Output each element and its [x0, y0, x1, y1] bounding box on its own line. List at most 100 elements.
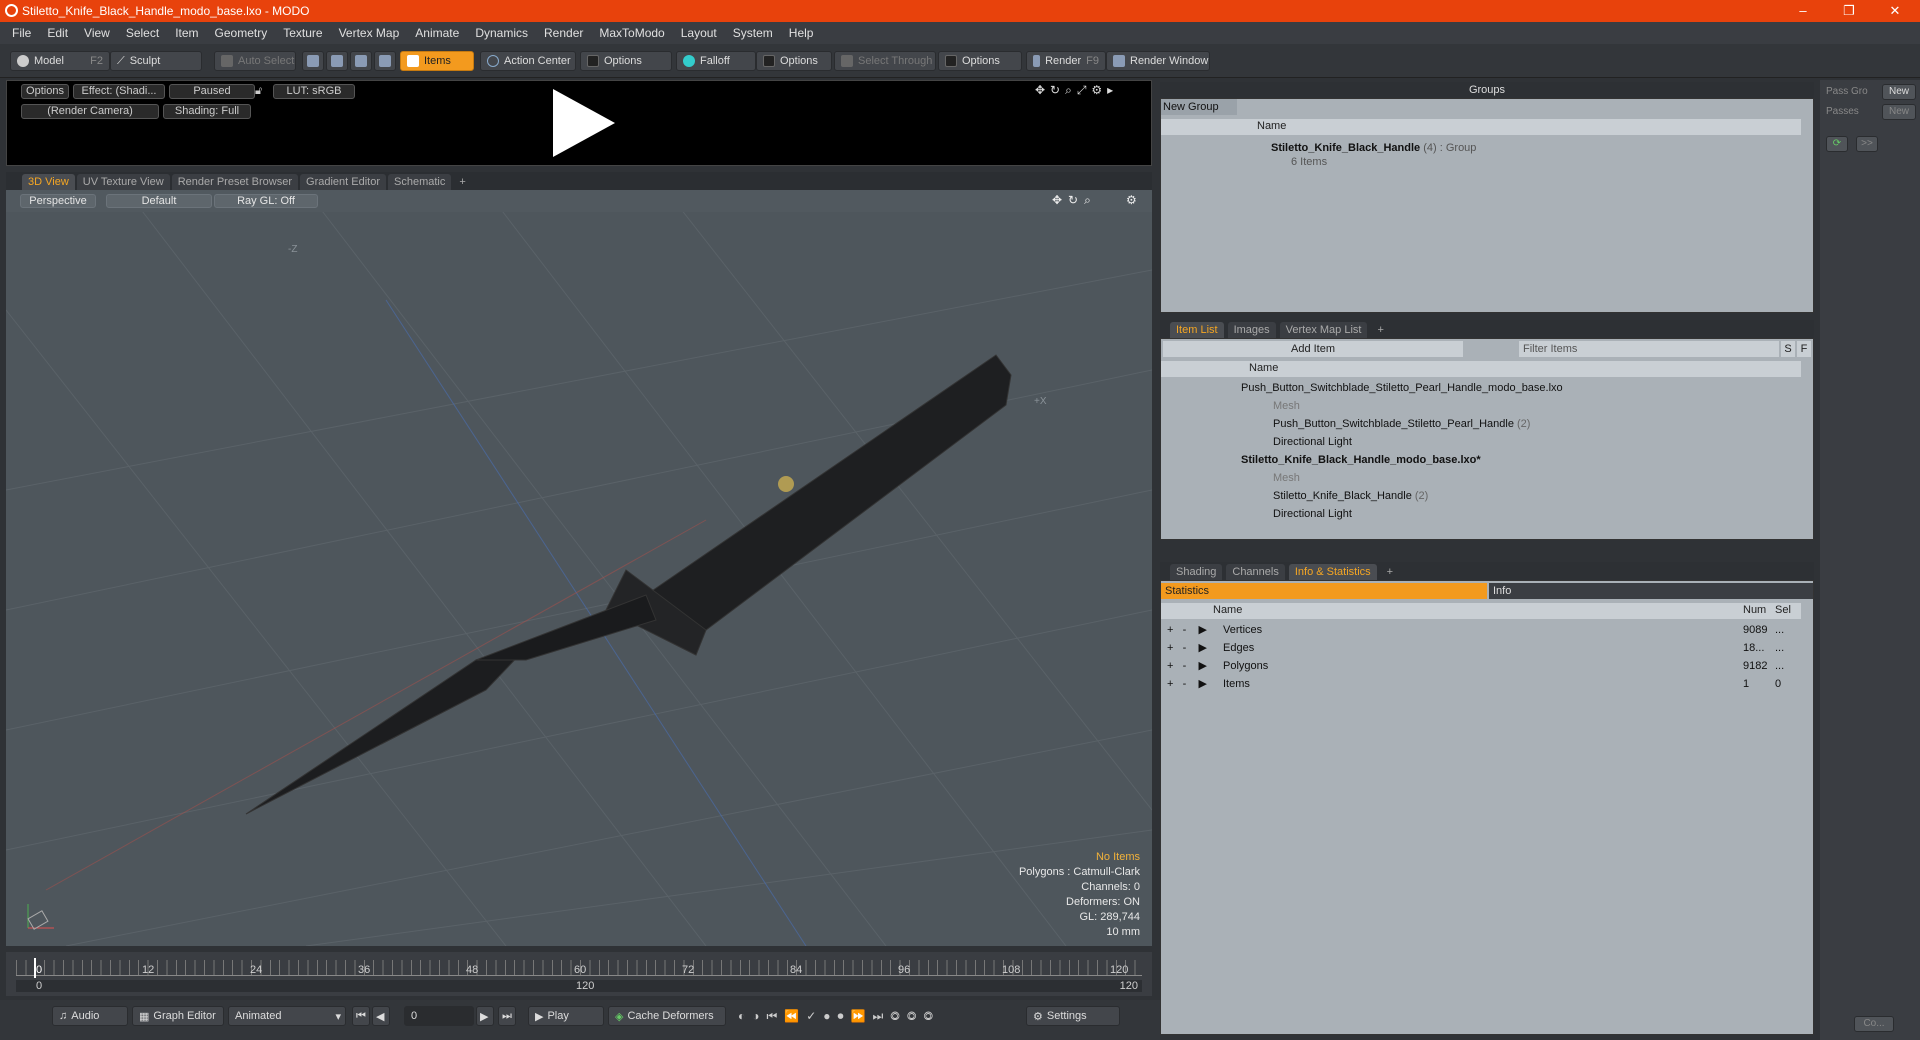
menu-dynamics[interactable]: Dynamics [467, 26, 536, 40]
3d-viewport[interactable]: Perspective Default Ray GL: Off ✥↻⌕ ⚙ -Z… [6, 190, 1152, 946]
frame-input[interactable]: 0 [404, 1006, 474, 1026]
list-item[interactable]: Stiletto_Knife_Black_Handle (2) [1273, 487, 1428, 505]
expand-icon[interactable]: + - ▶ [1167, 639, 1207, 657]
settings-button[interactable]: ⚙ Settings [1026, 1006, 1120, 1026]
knife-model[interactable] [245, 354, 1012, 815]
maximize-button[interactable]: ❐ [1826, 0, 1872, 22]
shading-dropdown[interactable]: Shading: Full [163, 104, 251, 119]
add-tab-button[interactable]: + [453, 174, 471, 190]
render-camera-dropdown[interactable]: (Render Camera) [21, 104, 159, 119]
menu-file[interactable]: File [4, 26, 39, 40]
select-through-button[interactable]: Select Through [834, 51, 936, 71]
list-item[interactable]: Directional Light [1273, 505, 1352, 523]
viewport-gear-icon[interactable]: ⚙ [1126, 193, 1137, 207]
filter-items-input[interactable]: Filter Items [1519, 341, 1779, 357]
tab-3d-view[interactable]: 3D View [22, 174, 75, 190]
f-filter-button[interactable]: F [1797, 341, 1811, 357]
auto-select-button[interactable]: Auto Select [214, 51, 296, 71]
refresh-icon[interactable]: ⟳ [1826, 136, 1848, 152]
add-item-button[interactable]: Add Item [1163, 341, 1463, 357]
menu-animate[interactable]: Animate [407, 26, 467, 40]
expand-icon[interactable]: + - ▶ [1167, 657, 1207, 675]
add-tab-button[interactable]: + [1381, 564, 1399, 580]
stats-row[interactable]: + - ▶ Polygons 9182... [1161, 657, 1801, 675]
falloff-button[interactable]: Falloff [676, 51, 756, 71]
add-tab-button[interactable]: + [1371, 322, 1389, 338]
render-button[interactable]: Render F9 [1026, 51, 1106, 71]
audio-button[interactable]: ♫ Audio [52, 1006, 128, 1026]
expand-icon[interactable]: >> [1856, 136, 1878, 152]
play-preview-icon[interactable] [553, 89, 615, 157]
menu-item[interactable]: Item [167, 26, 206, 40]
tab-shading[interactable]: Shading [1170, 564, 1223, 580]
list-item[interactable]: Mesh [1273, 469, 1300, 487]
action-center-options-button[interactable]: Options [580, 51, 672, 71]
list-item[interactable]: Push_Button_Switchblade_Stiletto_Pearl_H… [1241, 379, 1563, 397]
cache-deformers-button[interactable]: ◈ Cache Deformers [608, 1006, 726, 1026]
tab-images[interactable]: Images [1227, 322, 1276, 338]
stats-row[interactable]: + - ▶ Items 1 0 [1161, 675, 1801, 693]
menu-layout[interactable]: Layout [673, 26, 725, 40]
falloff-options-button[interactable]: Options [756, 51, 832, 71]
menu-view[interactable]: View [76, 26, 118, 40]
menu-vertex-map[interactable]: Vertex Map [331, 26, 408, 40]
lock-icon[interactable]: 🔓︎ [255, 85, 265, 97]
lut-dropdown[interactable]: LUT: sRGB [273, 84, 355, 99]
list-item[interactable]: Mesh [1273, 397, 1300, 415]
stats-row[interactable]: + - ▶ Edges 18...... [1161, 639, 1801, 657]
close-button[interactable]: ✕ [1872, 0, 1918, 22]
new-pass-button[interactable]: New [1882, 104, 1916, 120]
stats-row[interactable]: + - ▶ Vertices 9089... [1161, 621, 1801, 639]
minimize-button[interactable]: – [1780, 0, 1826, 22]
new-group-button[interactable]: New Group [1161, 99, 1237, 115]
tab-render-preset-browser[interactable]: Render Preset Browser [171, 174, 299, 190]
timeline[interactable]: 0 12 24 36 48 60 72 84 96 108 120 0 120 … [6, 952, 1152, 996]
default-dropdown[interactable]: Default [106, 194, 212, 208]
vertices-mode-button[interactable] [302, 51, 324, 71]
menu-maxtomodo[interactable]: MaxToModo [591, 26, 672, 40]
play-button[interactable]: ▶ Play [528, 1006, 604, 1026]
go-to-start-button[interactable]: ⏮ [352, 1006, 370, 1026]
sculpt-mode-button[interactable]: ⟋ Sculpt [110, 51, 202, 71]
go-to-end-button[interactable]: ⏭ [498, 1006, 516, 1026]
menu-system[interactable]: System [725, 26, 781, 40]
tab-uv-texture-view[interactable]: UV Texture View [76, 174, 170, 190]
graph-editor-button[interactable]: ▦ Graph Editor [132, 1006, 224, 1026]
info-tab[interactable]: Info [1489, 583, 1813, 599]
preview-options-button[interactable]: Options [21, 84, 69, 99]
statistics-tab[interactable]: Statistics [1161, 583, 1487, 599]
keyframe-tools-icons[interactable]: ◐◑⏮⏪✓●⏺⏩⏭◎◎◎ [738, 1009, 940, 1024]
menu-texture[interactable]: Texture [275, 26, 330, 40]
edges-mode-button[interactable] [326, 51, 348, 71]
perspective-dropdown[interactable]: Perspective [20, 194, 96, 208]
co-button[interactable]: Co... [1854, 1016, 1894, 1032]
effect-dropdown[interactable]: Effect: (Shadi... [73, 84, 165, 99]
list-item[interactable]: Push_Button_Switchblade_Stiletto_Pearl_H… [1273, 415, 1530, 433]
step-forward-button[interactable]: ▶ [476, 1006, 494, 1026]
menu-render[interactable]: Render [536, 26, 591, 40]
raygl-dropdown[interactable]: Ray GL: Off [214, 194, 318, 208]
tab-schematic[interactable]: Schematic [388, 174, 452, 190]
tab-gradient-editor[interactable]: Gradient Editor [300, 174, 386, 190]
expand-icon[interactable]: + - ▶ [1167, 675, 1207, 693]
range-bar[interactable]: 0 120 120 [16, 980, 1142, 992]
tab-item-list[interactable]: Item List [1170, 322, 1224, 338]
menu-geometry[interactable]: Geometry [207, 26, 276, 40]
paused-button[interactable]: Paused [169, 84, 255, 99]
list-item[interactable]: Directional Light [1273, 433, 1352, 451]
expand-icon[interactable]: + - ▶ [1167, 621, 1207, 639]
viewport-nav-icons[interactable]: ✥↻⌕ [1052, 193, 1097, 208]
tab-channels[interactable]: Channels [1226, 564, 1285, 580]
menu-select[interactable]: Select [118, 26, 167, 40]
action-center-button[interactable]: Action Center [480, 51, 576, 71]
preview-nav-icons[interactable]: ✥↻⌕⤢⚙▸ [1035, 83, 1118, 98]
list-item[interactable]: Stiletto_Knife_Black_Handle_modo_base.lx… [1241, 451, 1481, 469]
tab-info-statistics[interactable]: Info & Statistics [1288, 564, 1377, 580]
animated-dropdown[interactable]: Animated ▾ [228, 1006, 346, 1026]
tab-vertex-map-list[interactable]: Vertex Map List [1279, 322, 1368, 338]
s-filter-button[interactable]: S [1781, 341, 1795, 357]
select-through-options-button[interactable]: Options [938, 51, 1022, 71]
render-window-button[interactable]: Render Window [1106, 51, 1210, 71]
step-back-button[interactable]: ◀ [372, 1006, 390, 1026]
model-mode-button[interactable]: Model F2 [10, 51, 110, 71]
